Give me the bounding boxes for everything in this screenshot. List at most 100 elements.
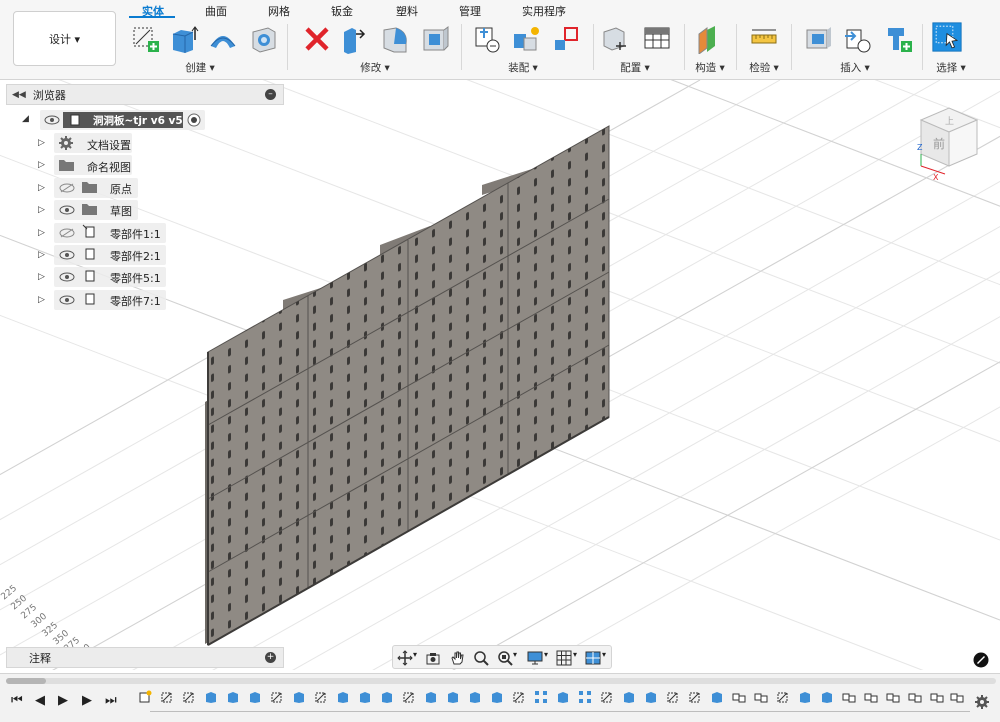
timeline-sketch-icon[interactable] xyxy=(666,690,680,704)
expand-arrow-icon[interactable]: ▷ xyxy=(38,205,45,215)
hidden-eye-icon[interactable] xyxy=(59,228,75,238)
look-at-icon[interactable] xyxy=(425,650,441,666)
browser-panel-header[interactable]: ◀◀ 浏览器 – xyxy=(6,84,284,105)
timeline-joint-icon[interactable] xyxy=(930,690,944,704)
group-inspect-label[interactable]: 检验 ▾ xyxy=(749,60,779,75)
delete-icon[interactable] xyxy=(302,24,332,54)
timeline-extrude-icon[interactable] xyxy=(622,690,636,704)
press-pull-icon[interactable] xyxy=(340,24,370,54)
timeline-extrude-icon[interactable] xyxy=(820,690,834,704)
timeline-extrude-icon[interactable] xyxy=(336,690,350,704)
group-modify-label[interactable]: 修改 ▾ xyxy=(360,60,390,75)
timeline-extrude-icon[interactable] xyxy=(380,690,394,704)
timeline-extrude-icon[interactable] xyxy=(204,690,218,704)
timeline-sketch-icon[interactable] xyxy=(314,690,328,704)
dropdown-caret-icon[interactable]: ▾ xyxy=(413,650,417,659)
insert-derive-icon[interactable] xyxy=(843,24,873,54)
shell-icon[interactable] xyxy=(420,24,450,54)
viewports-icon[interactable] xyxy=(585,650,601,666)
timeline-joint-icon[interactable] xyxy=(886,690,900,704)
visibility-eye-icon[interactable] xyxy=(44,115,60,125)
timeline-scroll-thumb[interactable] xyxy=(6,678,46,684)
comment-toggle-icon[interactable] xyxy=(973,652,989,668)
timeline-joint-icon[interactable] xyxy=(864,690,878,704)
collapse-panel-icon[interactable]: ◀◀ xyxy=(12,90,26,100)
tab-mesh[interactable]: 网格 xyxy=(268,3,290,19)
expand-arrow-icon[interactable]: ▷ xyxy=(38,138,45,148)
grid-settings-icon[interactable] xyxy=(556,650,572,666)
hole-icon[interactable] xyxy=(248,24,278,54)
as-built-joint-icon[interactable] xyxy=(551,24,581,54)
add-note-icon[interactable]: + xyxy=(265,652,276,663)
visibility-eye-icon[interactable] xyxy=(59,250,75,260)
display-settings-icon[interactable] xyxy=(527,650,543,666)
activate-radio-icon[interactable] xyxy=(186,112,202,128)
timeline-extrude-icon[interactable] xyxy=(490,690,504,704)
create-sketch-icon[interactable] xyxy=(131,24,161,54)
dropdown-caret-icon[interactable]: ▾ xyxy=(513,650,517,659)
timeline-sketch-icon[interactable] xyxy=(776,690,790,704)
dropdown-caret-icon[interactable]: ▾ xyxy=(544,650,548,659)
expand-arrow-icon[interactable]: ▷ xyxy=(38,228,45,238)
group-construct-label[interactable]: 构造 ▾ xyxy=(695,60,725,75)
timeline-sketch-icon[interactable] xyxy=(182,690,196,704)
new-component-icon[interactable] xyxy=(472,24,502,54)
timeline-extrude-icon[interactable] xyxy=(446,690,460,704)
expand-arrow-icon[interactable]: ▷ xyxy=(38,272,45,282)
timeline-joint-icon[interactable] xyxy=(842,690,856,704)
configure-icon[interactable] xyxy=(600,24,630,54)
timeline-extrude-icon[interactable] xyxy=(556,690,570,704)
fillet-icon[interactable] xyxy=(380,24,410,54)
timeline-sketch-icon[interactable] xyxy=(270,690,284,704)
group-configure-label[interactable]: 配置 ▾ xyxy=(620,60,650,75)
timeline-extrude-icon[interactable] xyxy=(248,690,262,704)
step-forward-icon[interactable]: ▶ xyxy=(82,693,92,708)
group-create-label[interactable]: 创建 ▾ xyxy=(185,60,215,75)
timeline-sketch-icon[interactable] xyxy=(512,690,526,704)
configuration-table-icon[interactable] xyxy=(642,24,672,54)
timeline-extrude-icon[interactable] xyxy=(644,690,658,704)
tab-plastic[interactable]: 塑料 xyxy=(396,3,418,19)
timeline-sketch-icon[interactable] xyxy=(600,690,614,704)
timeline-sketch-icon[interactable] xyxy=(160,690,174,704)
timeline-extrude-icon[interactable] xyxy=(424,690,438,704)
group-insert-label[interactable]: 插入 ▾ xyxy=(840,60,870,75)
pan-hand-icon[interactable] xyxy=(449,650,465,666)
group-assemble-label[interactable]: 装配 ▾ xyxy=(508,60,538,75)
visibility-eye-icon[interactable] xyxy=(59,295,75,305)
timeline-component-icon[interactable] xyxy=(138,690,152,704)
timeline-extrude-icon[interactable] xyxy=(468,690,482,704)
revolve-icon[interactable] xyxy=(208,24,238,54)
hidden-eye-icon[interactable] xyxy=(59,183,75,193)
dropdown-caret-icon[interactable]: ▾ xyxy=(573,650,577,659)
canvas-viewport[interactable]: 225 250 275 300 325 350 375 400 425 xyxy=(0,80,1000,670)
select-icon[interactable] xyxy=(932,22,968,58)
tab-surface[interactable]: 曲面 xyxy=(205,3,227,19)
minimize-icon[interactable]: – xyxy=(265,89,276,100)
timeline-extrude-icon[interactable] xyxy=(798,690,812,704)
visibility-eye-icon[interactable] xyxy=(59,272,75,282)
extrude-icon[interactable] xyxy=(169,24,199,54)
expand-arrow-icon[interactable]: ▷ xyxy=(38,295,45,305)
timeline-extrude-icon[interactable] xyxy=(292,690,306,704)
timeline-extrude-icon[interactable] xyxy=(226,690,240,704)
workspace-design-button[interactable]: 设计 ▾ xyxy=(13,11,116,66)
timeline-sketch-icon[interactable] xyxy=(402,690,416,704)
timeline-extrude-icon[interactable] xyxy=(358,690,372,704)
timeline-joint-icon[interactable] xyxy=(950,690,964,704)
dropdown-caret-icon[interactable]: ▾ xyxy=(602,650,606,659)
timeline-settings-gear-icon[interactable] xyxy=(974,694,990,710)
group-select-label[interactable]: 选择 ▾ xyxy=(936,60,966,75)
timeline-scrollbar[interactable] xyxy=(6,678,996,684)
insert-fastener-icon[interactable] xyxy=(884,24,914,54)
visibility-eye-icon[interactable] xyxy=(59,205,75,215)
expand-arrow-icon[interactable]: ▷ xyxy=(38,160,45,170)
insert-image-icon[interactable] xyxy=(803,24,833,54)
expand-arrow-icon[interactable]: ▷ xyxy=(38,250,45,260)
go-to-start-icon[interactable]: ⏮ xyxy=(11,693,23,708)
fit-zoom-icon[interactable] xyxy=(497,650,513,666)
timeline-joint-icon[interactable] xyxy=(754,690,768,704)
timeline-sketch-icon[interactable] xyxy=(688,690,702,704)
orbit-icon[interactable] xyxy=(397,650,413,666)
timeline-pattern-icon[interactable] xyxy=(578,690,592,704)
